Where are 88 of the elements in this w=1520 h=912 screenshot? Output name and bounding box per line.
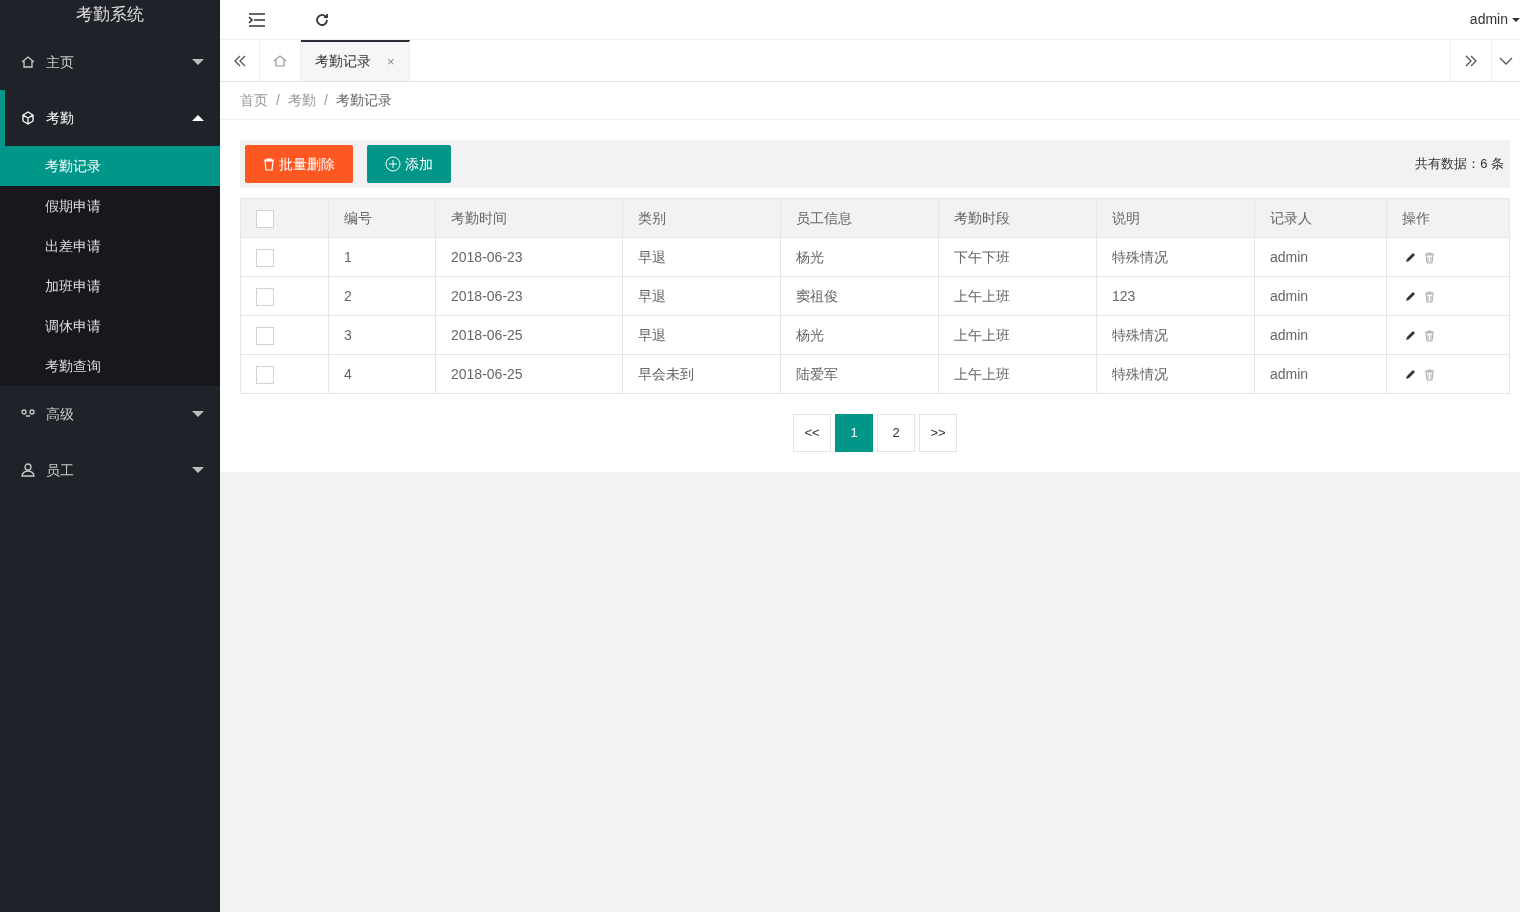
previous-page-link[interactable]: << [793,414,831,452]
table-cell: 1 [328,237,436,277]
app-title: 考勤系统 [75,4,145,26]
row-checkbox[interactable] [256,326,274,345]
sidebar-label: 主页 [46,52,74,72]
table-cell: 上午上班 [938,276,1097,316]
trash-icon[interactable] [1424,290,1435,303]
trash-icon [263,157,275,171]
trash-icon[interactable] [1424,329,1435,342]
row-checkbox[interactable] [256,287,274,306]
table-cell: 早会未到 [622,354,781,394]
column-header: 员工信息 [780,198,939,238]
table-cell: 早退 [622,315,781,355]
table-cell: 特殊情况 [1096,237,1255,277]
trash-icon[interactable] [1424,251,1435,264]
breadcrumb-current: 考勤记录 [335,91,392,110]
table-cell: 上午上班 [938,354,1097,394]
table-cell: 杨光 [780,237,939,277]
home-icon [20,54,36,70]
table-cell: 早退 [622,237,781,277]
column-header: 编号 [328,198,436,238]
user-icon [20,462,36,478]
column-header: 考勤时段 [938,198,1097,238]
edit-icon[interactable] [1405,252,1416,264]
select-all-checkbox[interactable] [256,209,274,228]
page-tab[interactable]: 考勤记录 × [301,40,410,81]
page-link[interactable]: 2 [877,414,915,452]
caret-icon [192,59,204,65]
table-cell: 下午下班 [938,237,1097,277]
table-cell: 4 [328,354,436,394]
user-menu[interactable]: admin [1469,9,1508,30]
column-header: 记录人 [1254,198,1387,238]
table-cell: admin [1254,237,1387,277]
breadcrumb-separator: / [323,91,328,110]
table-cell: admin [1254,315,1387,355]
next-page-link[interactable]: >> [919,414,957,452]
table-cell: 2 [328,276,436,316]
menu-icon[interactable] [248,11,266,28]
sidebar-item[interactable]: 主页 [0,34,220,90]
submenu-item[interactable]: 出差申请 [0,226,220,266]
sidebar-label: 高级 [46,404,74,424]
add-button[interactable]: 添加 [367,145,451,183]
table-cell: admin [1254,354,1387,394]
caret-icon [1512,17,1520,22]
trash-icon[interactable] [1424,368,1435,381]
edit-icon[interactable] [1405,291,1416,303]
submenu-item[interactable]: 考勤查询 [0,346,220,386]
column-header: 说明 [1096,198,1255,238]
table-cell: 窦祖俊 [780,276,939,316]
caret-icon [192,411,204,417]
breadcrumb-separator: / [276,91,280,110]
edit-icon[interactable] [1405,330,1416,342]
submenu-item[interactable]: 假期申请 [0,186,220,226]
sidebar-item[interactable]: 员工 [0,442,220,498]
column-header: 操作 [1386,198,1510,238]
caret-icon [192,115,204,121]
table-cell: 2018-06-25 [435,354,623,394]
record-count: 共有数据：6 条 [1415,155,1504,174]
table-cell: 早退 [622,276,781,316]
sidebar-item[interactable]: 高级 [0,386,220,442]
table-cell: 陆爱军 [780,354,939,394]
table-cell: 上午上班 [938,315,1097,355]
table-cell: 123 [1096,276,1255,316]
table-cell: 杨光 [780,315,939,355]
table-cell: 特殊情况 [1096,354,1255,394]
page-link[interactable]: 1 [835,414,873,452]
edit-icon[interactable] [1405,369,1416,381]
refresh-icon[interactable] [314,11,330,28]
table-cell: 2018-06-23 [435,237,623,277]
submenu-item[interactable]: 调休申请 [0,306,220,346]
cube-icon [20,110,36,126]
sidebar-label: 考勤 [46,108,74,128]
caret-icon [192,467,204,473]
table-cell: 3 [328,315,436,355]
submenu-item[interactable]: 考勤记录 [0,146,220,186]
scroll-right-icon[interactable] [1450,40,1492,81]
submenu-item[interactable]: 加班申请 [0,266,220,306]
column-header: 考勤时间 [435,198,623,238]
sidebar-label: 员工 [46,460,74,480]
table-cell: 特殊情况 [1096,315,1255,355]
table-cell: 2018-06-25 [435,315,623,355]
row-checkbox[interactable] [256,365,274,384]
table-cell: 2018-06-23 [435,276,623,316]
row-checkbox[interactable] [256,248,274,267]
plus-circle-icon [385,156,401,172]
tab-label: 考勤记录 [315,52,371,71]
table-cell: admin [1254,276,1387,316]
column-header: 类别 [622,198,781,238]
